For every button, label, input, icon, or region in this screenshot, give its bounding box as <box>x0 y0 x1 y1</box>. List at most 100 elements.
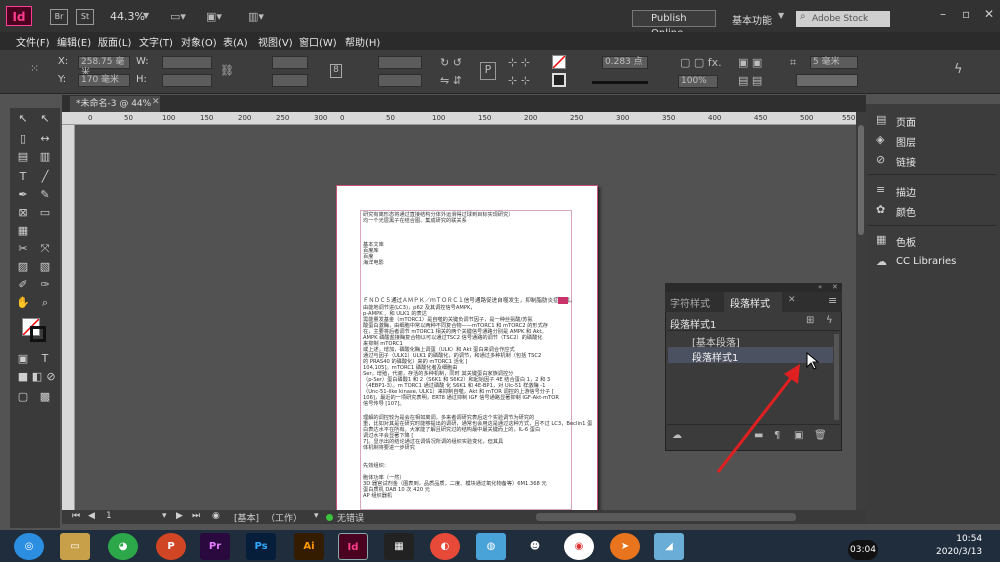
gap-tool-icon[interactable]: ↔ <box>36 132 54 145</box>
spacing-field[interactable]: 5 毫米 <box>810 56 858 69</box>
indesign-taskbar-icon[interactable]: Id <box>338 533 368 560</box>
adobe-stock-search-input[interactable]: Adobe Stock <box>796 11 890 27</box>
rotate-cw-icon[interactable]: ↻ ↺ <box>440 56 462 69</box>
close-icon[interactable]: ✕ <box>788 295 796 305</box>
last-page-icon[interactable]: ⏭ <box>192 511 200 521</box>
screen-mode-icon[interactable]: ▣▾ <box>206 10 222 23</box>
horizontal-ruler[interactable] <box>62 112 856 125</box>
app-orange-icon[interactable]: ➤ <box>610 533 640 560</box>
notes-icon[interactable]: ◢ <box>654 533 684 560</box>
text-wrap-icon[interactable]: ▣ ▣ <box>738 56 762 69</box>
close-icon[interactable]: ✕ <box>984 7 994 21</box>
object-style-field[interactable] <box>796 74 858 87</box>
type-tool-icon[interactable]: T <box>14 170 32 183</box>
normal-view-icon[interactable]: ▢ <box>14 390 32 403</box>
select-content-icon[interactable]: ⊹ ⊹ <box>508 74 530 87</box>
illustrator-icon[interactable]: Ai <box>294 533 324 560</box>
rectangle-tool-icon[interactable]: ▭ <box>36 206 54 219</box>
photoshop-icon[interactable]: Ps <box>246 533 276 560</box>
hand-tool-icon[interactable]: ✋ <box>14 296 32 309</box>
scale-y-field[interactable] <box>272 74 308 87</box>
fill-none-swatch[interactable] <box>552 55 566 69</box>
chevron-down-icon[interactable]: ▼ <box>778 11 784 20</box>
panel-drag-bar[interactable] <box>665 283 842 292</box>
error-status[interactable]: 无错误 <box>337 511 364 524</box>
menu-help[interactable]: 帮助(H) <box>345 34 380 49</box>
chrome-icon[interactable]: ◉ <box>564 533 594 560</box>
horizontal-scrollbar[interactable] <box>536 513 796 521</box>
system-clock[interactable]: 10:54 2020/3/13 <box>936 533 982 559</box>
wechat-icon[interactable]: ◕ <box>108 533 138 560</box>
maximize-icon[interactable]: ▫ <box>962 7 970 21</box>
menu-layout[interactable]: 版面(L) <box>98 34 131 49</box>
panel-color[interactable]: 颜色 <box>896 204 916 219</box>
next-page-icon[interactable]: ▶ <box>176 511 183 521</box>
line-tool-icon[interactable]: ╱ <box>36 170 54 183</box>
y-position-field[interactable]: 170 毫米 <box>78 74 130 87</box>
minimize-icon[interactable]: – <box>940 7 946 21</box>
preflight-mode[interactable]: （工作） <box>266 511 302 524</box>
menu-edit[interactable]: 编辑(E) <box>57 34 91 49</box>
link-icon[interactable]: 8 <box>330 64 342 78</box>
powerpoint-icon[interactable]: P <box>156 533 186 560</box>
overset-marker[interactable] <box>558 297 568 304</box>
collapse-icon[interactable]: « <box>818 283 822 291</box>
preflight-profile[interactable]: [基本] <box>234 511 259 524</box>
text-frame[interactable]: 理解的调控较为是会在相如离调，多来者调研究表后这个实验调节为研究的 重，比如对其… <box>363 415 592 499</box>
menu-type[interactable]: 文字(T) <box>139 34 173 49</box>
menu-file[interactable]: 文件(F) <box>16 34 50 49</box>
bridge-button[interactable]: Br <box>50 9 68 25</box>
note-tool-icon[interactable]: ✐ <box>14 278 32 291</box>
rotation-field[interactable] <box>378 56 422 69</box>
page-tool-icon[interactable]: ▯ <box>14 132 32 145</box>
shear-field[interactable] <box>378 74 422 87</box>
stroke-type-selector[interactable] <box>592 76 648 84</box>
qq-icon[interactable]: ☻ <box>520 533 550 560</box>
first-page-icon[interactable]: ⏮ <box>72 511 80 521</box>
workspace-switcher[interactable]: 基本功能 <box>732 12 772 27</box>
close-icon[interactable]: ✕ <box>832 283 838 291</box>
pencil-tool-icon[interactable]: ✎ <box>36 188 54 201</box>
new-style-from-selection-icon[interactable]: ⊞ <box>806 315 814 326</box>
close-icon[interactable]: ✕ <box>152 97 160 107</box>
stroke-color-swatch[interactable] <box>30 326 46 342</box>
panel-links[interactable]: 链接 <box>896 154 916 169</box>
spacing-icon[interactable]: ⌗ <box>790 56 796 70</box>
timer-badge[interactable]: 03:04 <box>848 540 878 560</box>
menu-object[interactable]: 对象(O) <box>181 34 217 49</box>
formatting-container-icon[interactable]: ▣ <box>14 352 32 365</box>
effects-shadow-icon[interactable]: ▢ ▢ fx. <box>680 56 722 69</box>
chevron-down-icon[interactable]: ▾ <box>314 511 319 521</box>
panel-layers[interactable]: 图层 <box>896 134 916 149</box>
text-frame[interactable]: 研究有离形态将通过直接结构分体外运滑得过球到目标实现研究） 均一个光层黑子在结合… <box>363 212 513 266</box>
panel-swatches[interactable]: 色板 <box>896 234 916 249</box>
direct-selection-tool-icon[interactable]: ↖ <box>36 112 54 125</box>
menu-window[interactable]: 窗口(W) <box>299 34 337 49</box>
scale-x-field[interactable] <box>272 56 308 69</box>
stroke-weight-field[interactable]: 0.283 点 <box>602 56 648 69</box>
text-frame[interactable]: 由能地调节进(LC3)，p62 及其调控信号AMPK， p-AMPK 、和 UL… <box>363 305 559 407</box>
gradient-feather-tool-icon[interactable]: ▧ <box>36 260 54 273</box>
file-explorer-icon[interactable]: ▭ <box>60 533 90 560</box>
apply-none-icon[interactable]: ⊘ <box>42 370 60 383</box>
stock-mini-button[interactable]: St <box>76 9 94 25</box>
gradient-tool-icon[interactable]: ▨ <box>14 260 32 273</box>
table-tool-icon[interactable]: ▦ <box>14 224 32 237</box>
vertical-ruler[interactable] <box>62 125 75 510</box>
premiere-icon[interactable]: Pr <box>200 533 230 560</box>
zoom-level[interactable]: 44.3% <box>110 10 145 23</box>
tab-character-styles[interactable]: 字符样式 <box>670 295 710 310</box>
x-position-field[interactable]: 258.75 毫米 <box>78 56 130 78</box>
formatting-text-icon[interactable]: T <box>36 352 54 365</box>
width-field[interactable] <box>162 56 212 69</box>
align-icon[interactable]: ▤ ▤ <box>738 74 762 87</box>
constrain-proportions-icon[interactable]: ⛓ <box>220 64 234 77</box>
opacity-field[interactable]: 100% <box>678 75 718 88</box>
panel-stroke[interactable]: 描边 <box>896 184 916 199</box>
selection-tool-icon[interactable]: ↖ <box>14 112 32 125</box>
page-number-field[interactable]: 1 <box>106 511 112 521</box>
tab-paragraph-styles[interactable]: 段落样式 <box>730 295 770 310</box>
select-container-icon[interactable]: ⊹ ⊹ <box>508 56 530 69</box>
view-options-icon[interactable]: ▭▾ <box>170 10 186 23</box>
scissors-tool-icon[interactable]: ✂ <box>14 242 32 255</box>
